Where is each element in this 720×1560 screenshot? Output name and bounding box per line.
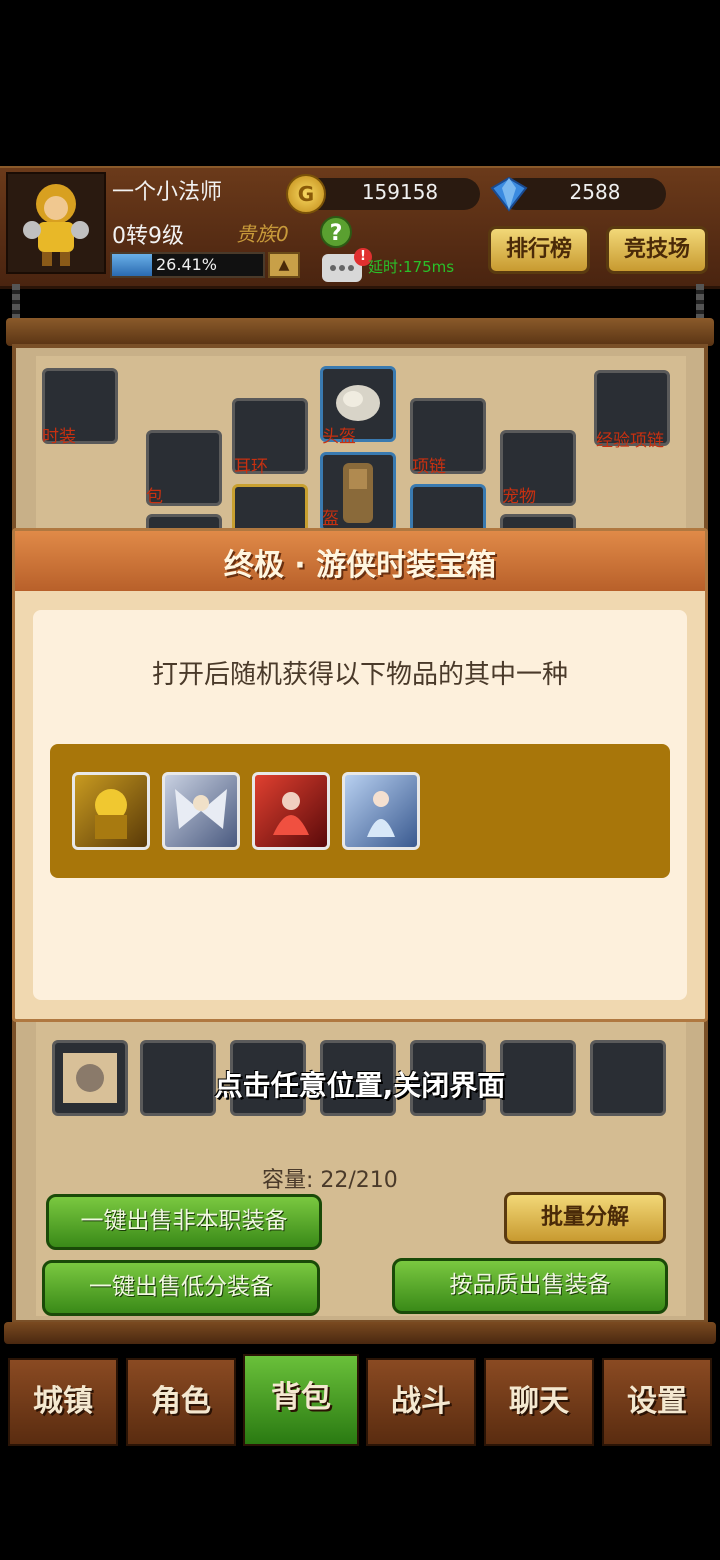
- necklace-slot-label: 项链: [412, 457, 446, 477]
- tab-settings[interactable]: 设置: [602, 1358, 712, 1446]
- gold-warrior-art: [95, 789, 127, 839]
- gem-amount: 2588: [569, 180, 621, 204]
- modal-title: 终极 · 游侠时装宝箱: [223, 548, 497, 583]
- ping-indicator: 延时:175ms: [368, 258, 455, 276]
- noble-rank: 贵族0: [236, 222, 289, 246]
- white-angel-art: [175, 789, 227, 829]
- ranking-button[interactable]: 排行榜: [488, 226, 590, 274]
- sell-by-quality-button[interactable]: 按品质出售装备: [392, 1258, 668, 1314]
- gold-warrior-costume-icon[interactable]: [72, 772, 150, 850]
- tab-character[interactable]: 角色: [126, 1358, 236, 1446]
- earring-slot-label: 耳环: [234, 457, 268, 477]
- red-phoenix-art: [273, 792, 309, 835]
- gold-coin-icon: G: [286, 174, 326, 214]
- modal-description: 打开后随机获得以下物品的其中一种: [151, 660, 568, 690]
- armor-slot-label: 盔: [322, 509, 339, 529]
- batch-decompose-button[interactable]: 批量分解: [504, 1192, 666, 1244]
- sell-non-class-button[interactable]: 一键出售非本职装备: [46, 1194, 322, 1250]
- player-level: 0转9级: [112, 224, 184, 249]
- exp-necklace-slot-label: 经验项链: [596, 431, 664, 451]
- tab-town[interactable]: 城镇: [8, 1358, 118, 1446]
- helmet-slot-label: 头盔: [322, 427, 356, 447]
- avatar[interactable]: [6, 172, 106, 274]
- capacity-label: 容量: 22/210: [262, 1168, 398, 1193]
- collapse-up-icon[interactable]: ▲: [268, 252, 300, 278]
- exp-bar-fill: [112, 254, 152, 276]
- diamond-icon: [490, 176, 528, 212]
- player-name: 一个小法师: [112, 180, 223, 205]
- wood-board-top: [6, 318, 714, 346]
- exp-percent: 26.41%: [156, 255, 218, 274]
- white-angel-costume-icon[interactable]: [162, 772, 240, 850]
- red-phoenix-costume-icon[interactable]: [252, 772, 330, 850]
- player-portrait-icon: [23, 184, 89, 266]
- close-hint[interactable]: 点击任意位置,关闭界面: [0, 1064, 720, 1104]
- bag-slot-label: 包: [146, 487, 163, 507]
- tab-chat[interactable]: 聊天: [484, 1358, 594, 1446]
- tab-battle[interactable]: 战斗: [366, 1358, 476, 1446]
- sell-low-score-button[interactable]: 一键出售低分装备: [42, 1260, 320, 1316]
- blue-fairy-costume-icon[interactable]: [342, 772, 420, 850]
- wood-board-bottom: [4, 1322, 716, 1344]
- gold-amount: 159158: [361, 180, 439, 204]
- costume-slot-label: 时装: [42, 427, 76, 447]
- tab-backpack[interactable]: 背包: [243, 1354, 359, 1446]
- arena-button[interactable]: 竞技场: [606, 226, 708, 274]
- blue-fairy-art: [367, 791, 395, 837]
- pet-slot-label: 宠物: [502, 487, 536, 507]
- help-icon[interactable]: ?: [320, 216, 352, 248]
